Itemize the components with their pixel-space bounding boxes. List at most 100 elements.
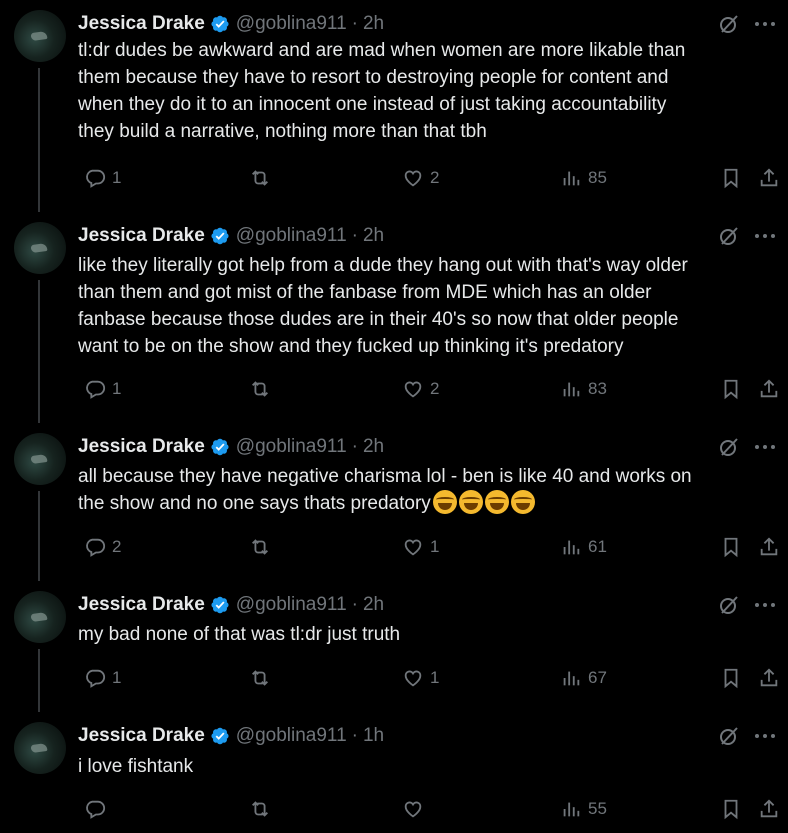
like-icon: [402, 667, 424, 689]
retweet-button[interactable]: [243, 167, 271, 189]
share-button[interactable]: [752, 536, 780, 558]
views-count: 83: [588, 379, 607, 398]
author-name[interactable]: Jessica Drake: [78, 13, 205, 35]
avatar[interactable]: [14, 433, 66, 485]
reply-button[interactable]: 1: [78, 667, 121, 689]
author-name[interactable]: Jessica Drake: [78, 594, 205, 616]
views-button[interactable]: 67: [554, 667, 607, 689]
share-button[interactable]: [752, 378, 780, 400]
tweet-actions: 1 1 67: [0, 667, 788, 691]
more-options-icon[interactable]: [752, 225, 778, 247]
bookmark-button[interactable]: [714, 536, 742, 558]
reply-button[interactable]: [78, 798, 106, 820]
grok-icon[interactable]: [718, 725, 740, 747]
retweet-button[interactable]: [243, 378, 271, 400]
like-button[interactable]: 2: [396, 167, 439, 189]
timestamp[interactable]: 2h: [363, 436, 384, 458]
tweet-text-line: fanbase because those dudes are in their…: [78, 306, 768, 333]
tweet-text-line: tl:dr dudes be awkward and are mad when …: [78, 37, 768, 64]
timestamp[interactable]: 2h: [363, 13, 384, 35]
reply-icon: [84, 536, 106, 558]
like-count: 2: [430, 168, 440, 187]
grok-icon[interactable]: [718, 436, 740, 458]
retweet-icon: [249, 798, 271, 820]
tweet-actions: 1 2 83: [0, 378, 788, 402]
grok-icon[interactable]: [718, 13, 740, 35]
timestamp[interactable]: 2h: [363, 225, 384, 247]
like-button[interactable]: [396, 798, 424, 820]
author-handle[interactable]: @goblina911: [236, 594, 347, 616]
author-handle[interactable]: @goblina911: [236, 225, 347, 247]
author-handle[interactable]: @goblina911: [236, 13, 347, 35]
author-name[interactable]: Jessica Drake: [78, 725, 205, 747]
bookmark-icon: [720, 536, 742, 558]
bookmark-button[interactable]: [714, 167, 742, 189]
retweet-button[interactable]: [243, 798, 271, 820]
tweet-actions: 55: [0, 798, 788, 822]
tweet-text-line: want to be on the show and they fucked u…: [78, 333, 768, 360]
like-button[interactable]: 1: [396, 536, 439, 558]
views-count: 61: [588, 537, 607, 556]
tweet-text-line-content: they build a narrative, nothing more tha…: [78, 121, 487, 142]
tweet-text-line: they build a narrative, nothing more tha…: [78, 118, 768, 145]
tweet-header: Jessica Drake @goblina911 · 1h: [78, 724, 384, 748]
reply-button[interactable]: 1: [78, 378, 121, 400]
tweet-text-line-content: the show and no one says thats predatory: [78, 493, 431, 514]
author-handle[interactable]: @goblina911: [236, 725, 347, 747]
verified-badge-icon: [210, 726, 230, 746]
avatar[interactable]: [14, 722, 66, 774]
tweet-header: Jessica Drake @goblina911 · 2h: [78, 12, 384, 36]
tweet-text-line-content: them because they have to resort to dest…: [78, 67, 669, 88]
separator-dot: ·: [351, 725, 358, 746]
retweet-button[interactable]: [243, 536, 271, 558]
tweet-actions: 2 1 61: [0, 536, 788, 560]
more-options-icon[interactable]: [752, 594, 778, 616]
views-button[interactable]: 55: [554, 798, 607, 820]
views-count: 67: [588, 668, 607, 687]
more-options-icon[interactable]: [752, 725, 778, 747]
grok-icon[interactable]: [718, 594, 740, 616]
tweet-text-line-content: like they literally got help from a dude…: [78, 255, 688, 276]
avatar[interactable]: [14, 10, 66, 62]
author-name[interactable]: Jessica Drake: [78, 225, 205, 247]
timestamp[interactable]: 1h: [363, 725, 384, 747]
share-button[interactable]: [752, 167, 780, 189]
reply-button[interactable]: 2: [78, 536, 121, 558]
bookmark-button[interactable]: [714, 378, 742, 400]
views-button[interactable]: 61: [554, 536, 607, 558]
reply-button[interactable]: 1: [78, 167, 121, 189]
more-options-icon[interactable]: [752, 13, 778, 35]
verified-badge-icon: [210, 226, 230, 246]
timestamp[interactable]: 2h: [363, 594, 384, 616]
tweet-text-line-content: my bad none of that was tl:dr just truth: [78, 624, 401, 645]
retweet-button[interactable]: [243, 667, 271, 689]
more-options-icon[interactable]: [752, 436, 778, 458]
like-count: 2: [430, 379, 440, 398]
tweet-text-line: i love fishtank: [78, 753, 768, 780]
bookmark-button[interactable]: [714, 667, 742, 689]
views-icon: [560, 167, 582, 189]
author-handle[interactable]: @goblina911: [236, 436, 347, 458]
verified-badge-icon: [210, 437, 230, 457]
like-button[interactable]: 1: [396, 667, 439, 689]
like-icon: [402, 167, 424, 189]
share-icon: [758, 167, 780, 189]
like-button[interactable]: 2: [396, 378, 439, 400]
share-button[interactable]: [752, 798, 780, 820]
tweet-header: Jessica Drake @goblina911 · 2h: [78, 593, 384, 617]
share-button[interactable]: [752, 667, 780, 689]
separator-dot: ·: [351, 13, 358, 34]
avatar[interactable]: [14, 591, 66, 643]
separator-dot: ·: [351, 436, 358, 457]
tweet-text: my bad none of that was tl:dr just truth: [78, 621, 768, 648]
views-icon: [560, 536, 582, 558]
bookmark-button[interactable]: [714, 798, 742, 820]
tweet-text-line-content: when they do it to an innocent one inste…: [78, 94, 667, 115]
separator-dot: ·: [351, 594, 358, 615]
avatar[interactable]: [14, 222, 66, 274]
like-icon: [402, 798, 424, 820]
views-button[interactable]: 83: [554, 378, 607, 400]
views-button[interactable]: 85: [554, 167, 607, 189]
grok-icon[interactable]: [718, 225, 740, 247]
author-name[interactable]: Jessica Drake: [78, 436, 205, 458]
